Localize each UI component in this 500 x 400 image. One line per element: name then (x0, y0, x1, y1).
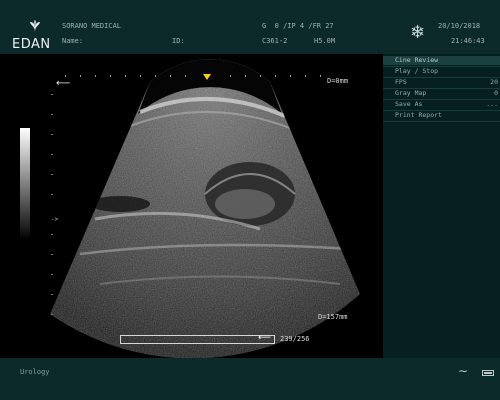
header-bar: EDAN SORANO MEDICAL Name: ID: G 0 /IP 4 … (0, 0, 500, 54)
depth-tick (51, 114, 53, 115)
depth-tick (51, 154, 53, 155)
menu-item-save-as[interactable]: Save As ... (383, 100, 500, 109)
menu-item-cine-review[interactable]: Cine Review (383, 56, 500, 65)
cine-play-icon[interactable]: ⟵ (258, 333, 271, 343)
lateral-tick (95, 75, 96, 77)
snowflake-icon[interactable]: ❄ (410, 24, 425, 42)
menu-item-label: Cine Review (395, 56, 439, 64)
menu-item-value: 0 (494, 89, 498, 97)
menu-item-label: Play / Stop (395, 67, 439, 75)
cine-progress-bar[interactable] (120, 335, 275, 344)
patient-name-label: Name: (62, 37, 84, 45)
bottom-depth-label: D=157mm (318, 313, 348, 321)
lateral-tick (245, 75, 246, 77)
lateral-tick (320, 75, 321, 77)
depth-tick (51, 134, 53, 135)
menu-item-gray-map[interactable]: Gray Map 0 (383, 89, 500, 98)
time-display: 21:46:43 (451, 37, 485, 45)
exam-preset-label[interactable]: Urology (20, 368, 50, 376)
menu-item-label: Gray Map (395, 89, 427, 97)
depth-tick (51, 254, 53, 255)
institution-name: SORANO MEDICAL (62, 22, 122, 30)
patient-id-label: ID: (172, 37, 185, 45)
lateral-tick (290, 75, 291, 77)
menu-item-label: Save As (395, 100, 423, 108)
lateral-tick (275, 75, 276, 77)
lateral-tick (80, 75, 81, 77)
acquisition-params: G 0 /IP 4 /FR 27 (262, 22, 334, 30)
footer-bar (0, 358, 500, 400)
lateral-tick (170, 75, 171, 77)
lateral-tick (125, 75, 126, 77)
lateral-tick (110, 75, 111, 77)
depth-tick (51, 94, 53, 95)
ultrasound-image-area[interactable]: ⟵ -> D=0mm D=157mm (0, 54, 383, 358)
lateral-tick (155, 75, 156, 77)
brand-name: EDAN (12, 37, 51, 52)
depth-tick (51, 314, 53, 315)
depth-tick (51, 274, 53, 275)
date-display: 20/10/2018 (438, 22, 481, 30)
ac-power-icon: ∼ (458, 364, 469, 378)
direction-arrow-icon: ⟵ (56, 78, 71, 89)
leaf-logo-icon (30, 20, 40, 32)
lateral-tick (185, 75, 186, 77)
lateral-tick (305, 75, 306, 77)
lateral-tick (65, 75, 66, 77)
menu-item-value: 20 (490, 78, 498, 86)
depth-tick (51, 234, 53, 235)
menu-item-play-stop[interactable]: Play / Stop (383, 67, 500, 76)
focus-marker[interactable]: -> (51, 216, 58, 223)
menu-item-label: FPS (395, 78, 407, 86)
cine-menu-panel: Cine Review Play / Stop FPS 20 Gray Map … (383, 54, 500, 358)
probe-model: C361-2 (262, 37, 288, 45)
menu-divider (383, 121, 500, 122)
frequency-label: H5.0M (314, 37, 336, 45)
grayscale-bar (20, 128, 30, 240)
menu-item-value: ... (486, 100, 498, 108)
top-depth-label: D=0mm (327, 77, 349, 85)
lateral-tick (230, 75, 231, 77)
menu-item-fps[interactable]: FPS 20 (383, 78, 500, 87)
depth-tick (51, 174, 53, 175)
menu-item-print-report[interactable]: Print Report (383, 111, 500, 120)
depth-tick (51, 194, 53, 195)
battery-icon (482, 370, 494, 376)
depth-tick (51, 294, 53, 295)
lateral-tick (140, 75, 141, 77)
lateral-tick (260, 75, 261, 77)
frame-counter: 239/256 (280, 335, 310, 343)
menu-item-label: Print Report (395, 111, 442, 119)
